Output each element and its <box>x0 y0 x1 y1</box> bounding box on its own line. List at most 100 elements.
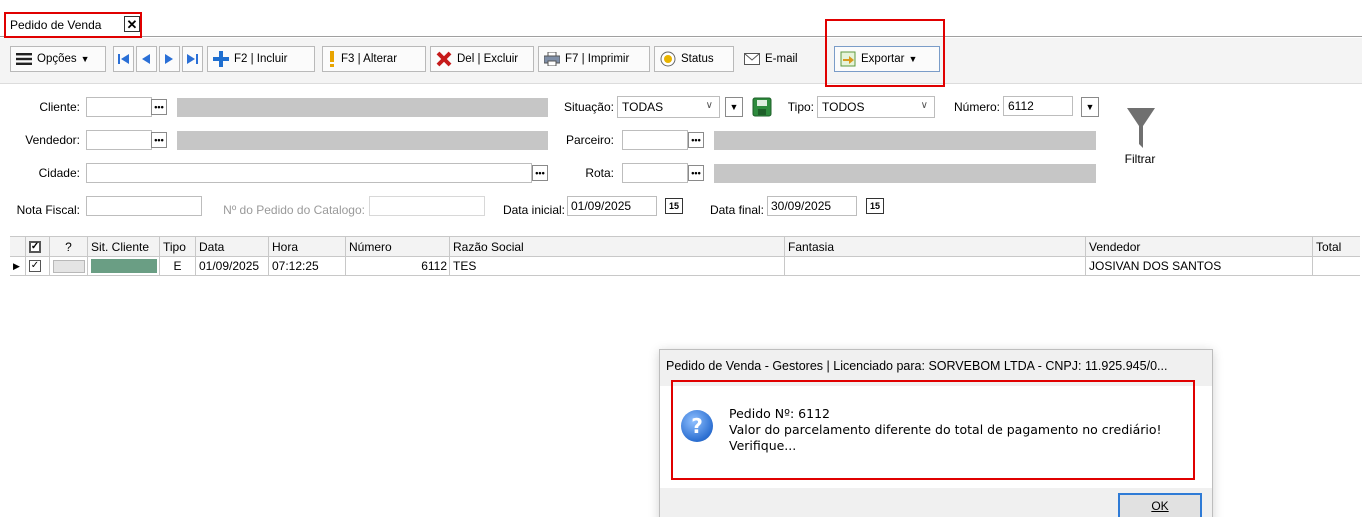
pedido-catalogo-input[interactable] <box>369 196 485 216</box>
col-data[interactable]: Data <box>196 237 269 256</box>
row-pointer-icon: ▶ <box>10 257 26 275</box>
first-record-button[interactable] <box>113 46 134 72</box>
last-record-button[interactable] <box>182 46 203 72</box>
document-tab-strip: Pedido de Venda ✕ <box>0 0 1362 38</box>
col-hora[interactable]: Hora <box>269 237 346 256</box>
options-label: Opções <box>37 53 77 65</box>
grid-header: ✓ ? Sit. Cliente Tipo Data Hora Número R… <box>10 236 1360 257</box>
vendedor-label: Vendedor: <box>25 133 80 147</box>
numero-value: 6112 <box>1008 99 1034 113</box>
vendedor-name-display <box>177 131 548 150</box>
options-button[interactable]: Opções ▼ <box>10 46 106 72</box>
next-record-button[interactable] <box>159 46 180 72</box>
col-total[interactable]: Total <box>1313 237 1360 256</box>
filtrar-button[interactable]: Filtrar <box>1112 104 1168 176</box>
chevron-down-icon: ▼ <box>80 54 90 64</box>
rota-code-input[interactable] <box>622 163 688 183</box>
message-highlight-box <box>671 380 1195 480</box>
status-swatch <box>91 259 157 273</box>
tipo-value: TODOS <box>822 100 865 114</box>
parceiro-code-input[interactable] <box>622 130 688 150</box>
select-all-checkbox[interactable]: ✓ <box>26 237 50 256</box>
data-inicial-input[interactable]: 01/09/2025 <box>567 196 657 216</box>
calendar-icon[interactable]: 15 <box>866 198 884 214</box>
situacao-dropdown-button[interactable]: ▼ <box>725 97 743 117</box>
previous-record-button[interactable] <box>136 46 157 72</box>
situacao-value: TODAS <box>622 100 664 114</box>
email-label: E-mail <box>765 53 798 65</box>
ok-button[interactable]: OK <box>1118 493 1202 517</box>
print-button[interactable]: F7 | Imprimir <box>538 46 650 72</box>
orders-grid: ✓ ? Sit. Cliente Tipo Data Hora Número R… <box>10 236 1360 278</box>
chevron-down-icon: ∨ <box>705 100 713 111</box>
row-vendedor: JOSIVAN DOS SANTOS <box>1086 257 1313 275</box>
numero-dropdown-button[interactable]: ▼ <box>1081 97 1099 117</box>
rota-label: Rota: <box>585 166 614 180</box>
funnel-icon <box>1127 108 1155 148</box>
cliente-name-display <box>177 98 548 117</box>
alter-button[interactable]: F3 | Alterar <box>322 46 426 72</box>
col-tipo[interactable]: Tipo <box>160 237 196 256</box>
cidade-label: Cidade: <box>38 166 80 180</box>
data-final-value: 30/09/2025 <box>771 199 832 213</box>
tab-title: Pedido de Venda <box>10 18 102 32</box>
cidade-lookup-button[interactable]: ••• <box>532 165 548 181</box>
cliente-lookup-button[interactable]: ••• <box>151 99 167 115</box>
save-disk-icon[interactable] <box>752 97 772 117</box>
vendedor-lookup-button[interactable]: ••• <box>151 132 167 148</box>
cliente-label: Cliente: <box>39 100 80 114</box>
export-highlight-box <box>825 19 945 87</box>
tab-close-icon[interactable]: ✕ <box>124 16 140 32</box>
rota-name-display <box>714 164 1096 183</box>
parceiro-lookup-button[interactable]: ••• <box>688 132 704 148</box>
delete-label: Del | Excluir <box>457 53 519 65</box>
plus-icon <box>213 51 229 67</box>
data-final-label: Data final: <box>709 203 764 217</box>
alter-label: F3 | Alterar <box>341 53 398 65</box>
row-checkbox[interactable]: ✓ <box>26 257 50 275</box>
tipo-select[interactable]: TODOS ∨ <box>817 96 935 118</box>
col-vendedor[interactable]: Vendedor <box>1086 237 1313 256</box>
col-numero[interactable]: Número <box>346 237 450 256</box>
row-numero: 6112 <box>346 257 450 275</box>
pedido-catalogo-label: Nº do Pedido do Catalogo: <box>223 203 365 217</box>
vendedor-code-input[interactable] <box>86 130 152 150</box>
checkmark-icon: ✓ <box>29 260 41 272</box>
delete-x-icon <box>436 51 452 67</box>
calendar-icon[interactable]: 15 <box>665 198 683 214</box>
row-indicator-header <box>10 237 26 256</box>
nota-fiscal-input[interactable] <box>86 196 202 216</box>
situacao-select[interactable]: TODAS ∨ <box>617 96 720 118</box>
table-row[interactable]: ▶ ✓ E 01/09/2025 07:12:25 6112 TES JOSIV… <box>10 257 1360 276</box>
row-tipo: E <box>160 257 196 275</box>
status-circle-icon <box>660 51 676 67</box>
cidade-input[interactable] <box>86 163 532 183</box>
col-fantasia[interactable]: Fantasia <box>785 237 1086 256</box>
include-label: F2 | Incluir <box>234 53 288 65</box>
data-inicial-value: 01/09/2025 <box>571 199 632 213</box>
delete-button[interactable]: Del | Excluir <box>430 46 534 72</box>
email-button[interactable]: E-mail <box>738 46 822 72</box>
previous-icon <box>142 54 150 64</box>
col-razao-social[interactable]: Razão Social <box>450 237 785 256</box>
rota-lookup-button[interactable]: ••• <box>688 165 704 181</box>
tab-baseline <box>0 36 1362 37</box>
row-question-swatch <box>53 259 85 273</box>
include-button[interactable]: F2 | Incluir <box>207 46 315 72</box>
toolbar: Opções ▼ F2 | Incluir F3 | Alterar Del |… <box>0 38 1362 84</box>
col-question[interactable]: ? <box>50 237 88 256</box>
status-label: Status <box>681 53 714 65</box>
cliente-code-input[interactable] <box>86 97 152 117</box>
tab-pedido-de-venda[interactable]: Pedido de Venda ✕ <box>4 12 142 38</box>
numero-input[interactable]: 6112 <box>1003 96 1073 116</box>
next-icon <box>165 54 173 64</box>
numero-label: Número: <box>953 100 1000 114</box>
exclamation-icon <box>328 51 336 67</box>
ok-label: OK <box>1151 499 1169 513</box>
row-sit-cliente <box>88 257 160 275</box>
row-razao-social: TES <box>450 257 785 275</box>
dialog-title: Pedido de Venda - Gestores | Licenciado … <box>666 359 1168 373</box>
data-final-input[interactable]: 30/09/2025 <box>767 196 857 216</box>
col-sit-cliente[interactable]: Sit. Cliente <box>88 237 160 256</box>
status-button[interactable]: Status <box>654 46 734 72</box>
